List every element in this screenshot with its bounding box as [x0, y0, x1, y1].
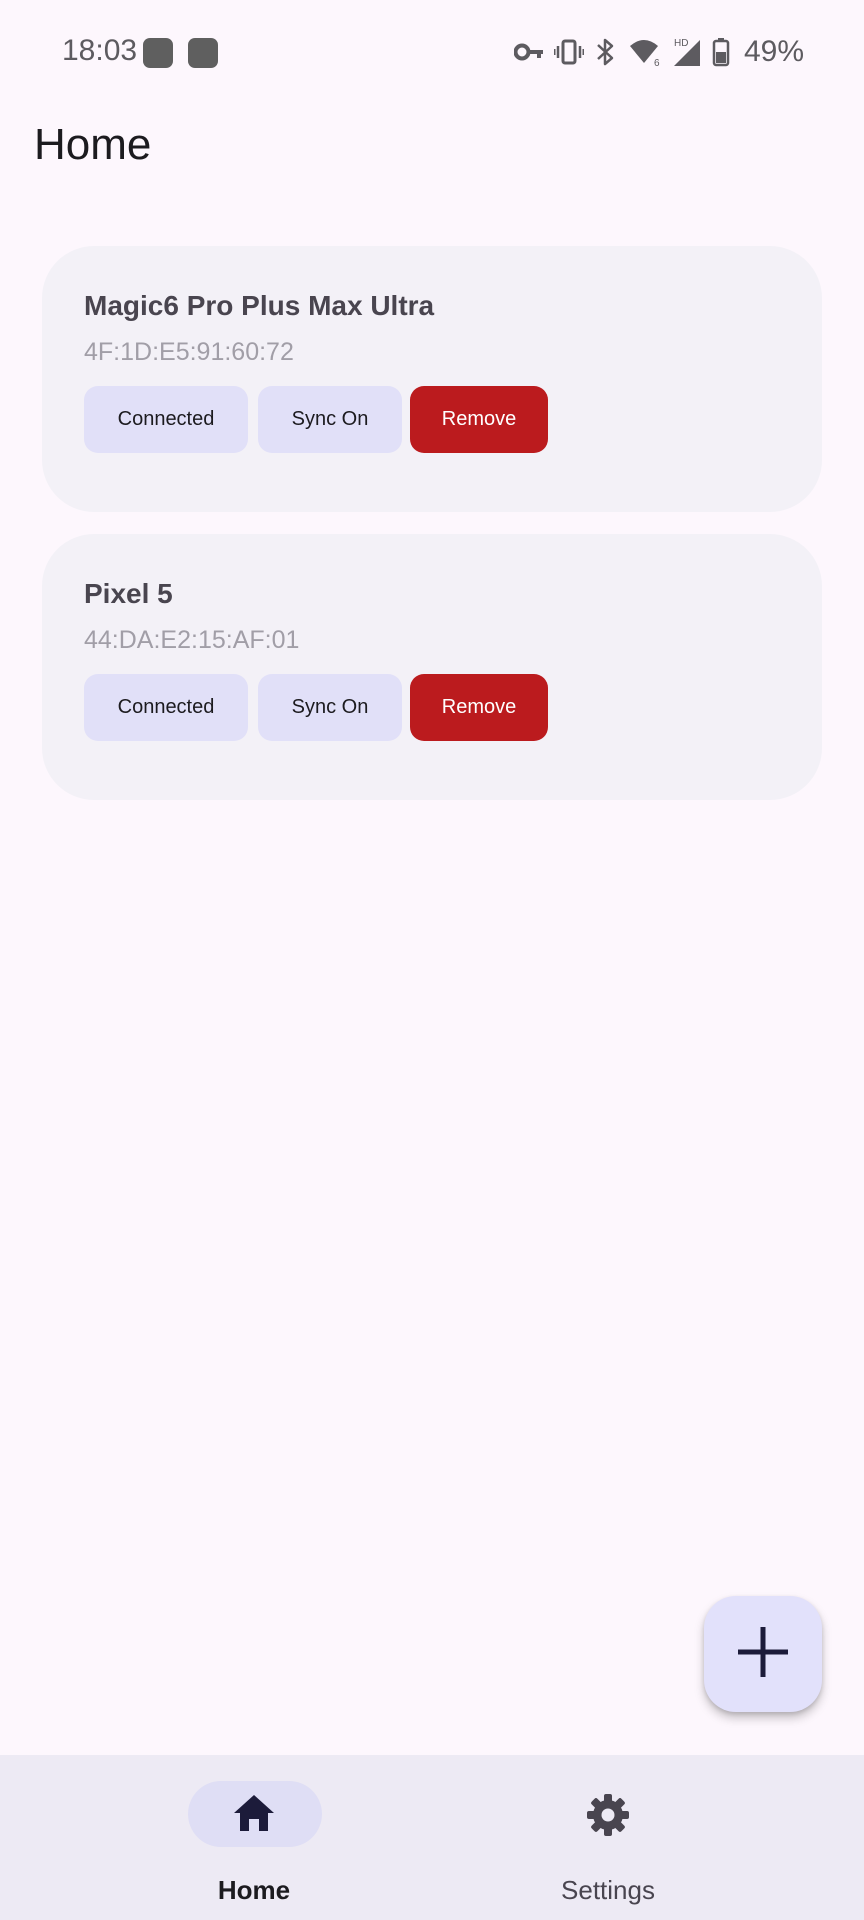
gear-icon: [498, 1793, 718, 1836]
connected-button[interactable]: Connected: [84, 386, 248, 453]
device-card[interactable]: Magic6 Pro Plus Max Ultra 4F:1D:E5:91:60…: [42, 246, 822, 512]
home-icon: [144, 1793, 364, 1835]
remove-button[interactable]: Remove: [410, 674, 548, 741]
device-card[interactable]: Pixel 5 44:DA:E2:15:AF:01 Connected Sync…: [42, 534, 822, 800]
bluetooth-icon: [594, 37, 618, 67]
page-title: Home: [34, 120, 152, 169]
remove-button[interactable]: Remove: [410, 386, 548, 453]
bottom-navigation: Home Settings: [0, 1755, 864, 1920]
screen: 18:03 6 HD 49% Home Magic6 Pro Plus Max …: [0, 0, 864, 1920]
status-icons: 6 HD 49%: [513, 32, 804, 72]
connected-button[interactable]: Connected: [84, 674, 248, 741]
wifi-icon: 6: [628, 37, 662, 67]
add-icon: [736, 1625, 790, 1684]
vpn-key-icon: [513, 42, 544, 62]
sync-on-button[interactable]: Sync On: [258, 386, 402, 453]
nav-item-settings[interactable]: Settings: [498, 1755, 718, 1920]
nav-label-home: Home: [217, 1875, 291, 1905]
device-mac-address: 44:DA:E2:15:AF:01: [84, 626, 300, 654]
device-mac-address: 4F:1D:E5:91:60:72: [84, 338, 294, 366]
device-name: Magic6 Pro Plus Max Ultra: [84, 290, 435, 321]
nav-label-settings: Settings: [561, 1875, 655, 1905]
svg-text:6: 6: [654, 58, 660, 67]
notification-square-icon: [143, 38, 173, 68]
battery-icon: [712, 37, 730, 67]
device-name: Pixel 5: [84, 578, 173, 609]
signal-icon: HD: [672, 36, 702, 68]
notification-square-icon: [188, 38, 218, 68]
status-bar: 18:03 6 HD 49%: [0, 0, 864, 104]
status-time: 18:03: [62, 34, 138, 67]
sync-on-button[interactable]: Sync On: [258, 674, 402, 741]
nav-item-home[interactable]: Home: [144, 1755, 364, 1920]
vibrate-icon: [553, 39, 584, 65]
battery-percent: 49%: [743, 35, 804, 68]
svg-text:HD: HD: [674, 38, 688, 49]
add-device-fab[interactable]: [704, 1596, 822, 1712]
